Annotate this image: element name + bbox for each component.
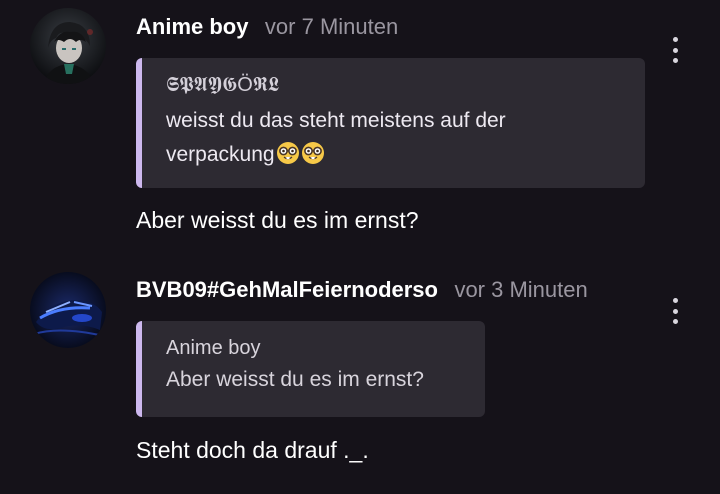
comment: BVB09#GehMalFeiernoderso vor 3 Minuten A… <box>0 250 720 494</box>
comment-header: BVB09#GehMalFeiernoderso vor 3 Minuten <box>136 277 588 303</box>
comment-text: Aber weisst du es im ernst? <box>136 207 419 233</box>
comment-author[interactable]: BVB09#GehMalFeiernoderso <box>136 277 438 302</box>
quote-text-line-with-emoji: verpackung <box>166 138 645 172</box>
quote-text-line: verpackung <box>166 143 275 166</box>
comment-text: Steht doch da drauf ._. <box>136 437 369 463</box>
comment-header: Anime boy vor 7 Minuten <box>136 14 398 40</box>
quote-author: 𝕾𝕻𝕬𝖄𝕲Ö𝕽𝕷 <box>166 74 280 96</box>
quote-text-line: weisst du das steht meistens auf der <box>166 109 506 132</box>
quote-text: weisst du das steht meistens auf der ver… <box>166 104 645 172</box>
comment-timestamp: vor 7 Minuten <box>264 14 399 39</box>
quote-text: Aber weisst du es im ernst? <box>166 368 424 391</box>
nerd-face-emoji <box>301 142 324 164</box>
comment: Anime boy vor 7 Minuten 𝕾𝕻𝕬𝖄𝕲Ö𝕽𝕷 weisst … <box>0 0 720 250</box>
quoted-message[interactable]: Anime boy Aber weisst du es im ernst? <box>136 321 485 417</box>
quoted-message[interactable]: 𝕾𝕻𝕬𝖄𝕲Ö𝕽𝕷 weisst du das steht meistens au… <box>136 58 645 188</box>
comment-author[interactable]: Anime boy <box>136 14 248 39</box>
blue-light-avatar <box>30 272 106 348</box>
avatar[interactable] <box>30 272 106 348</box>
avatar[interactable] <box>30 8 106 84</box>
nerd-face-emoji <box>276 142 299 164</box>
more-vertical-icon[interactable] <box>666 298 684 324</box>
more-vertical-icon[interactable] <box>666 37 684 63</box>
anime-boy-avatar <box>30 8 106 84</box>
quote-author: Anime boy <box>166 337 261 359</box>
comment-timestamp: vor 3 Minuten <box>454 277 588 302</box>
